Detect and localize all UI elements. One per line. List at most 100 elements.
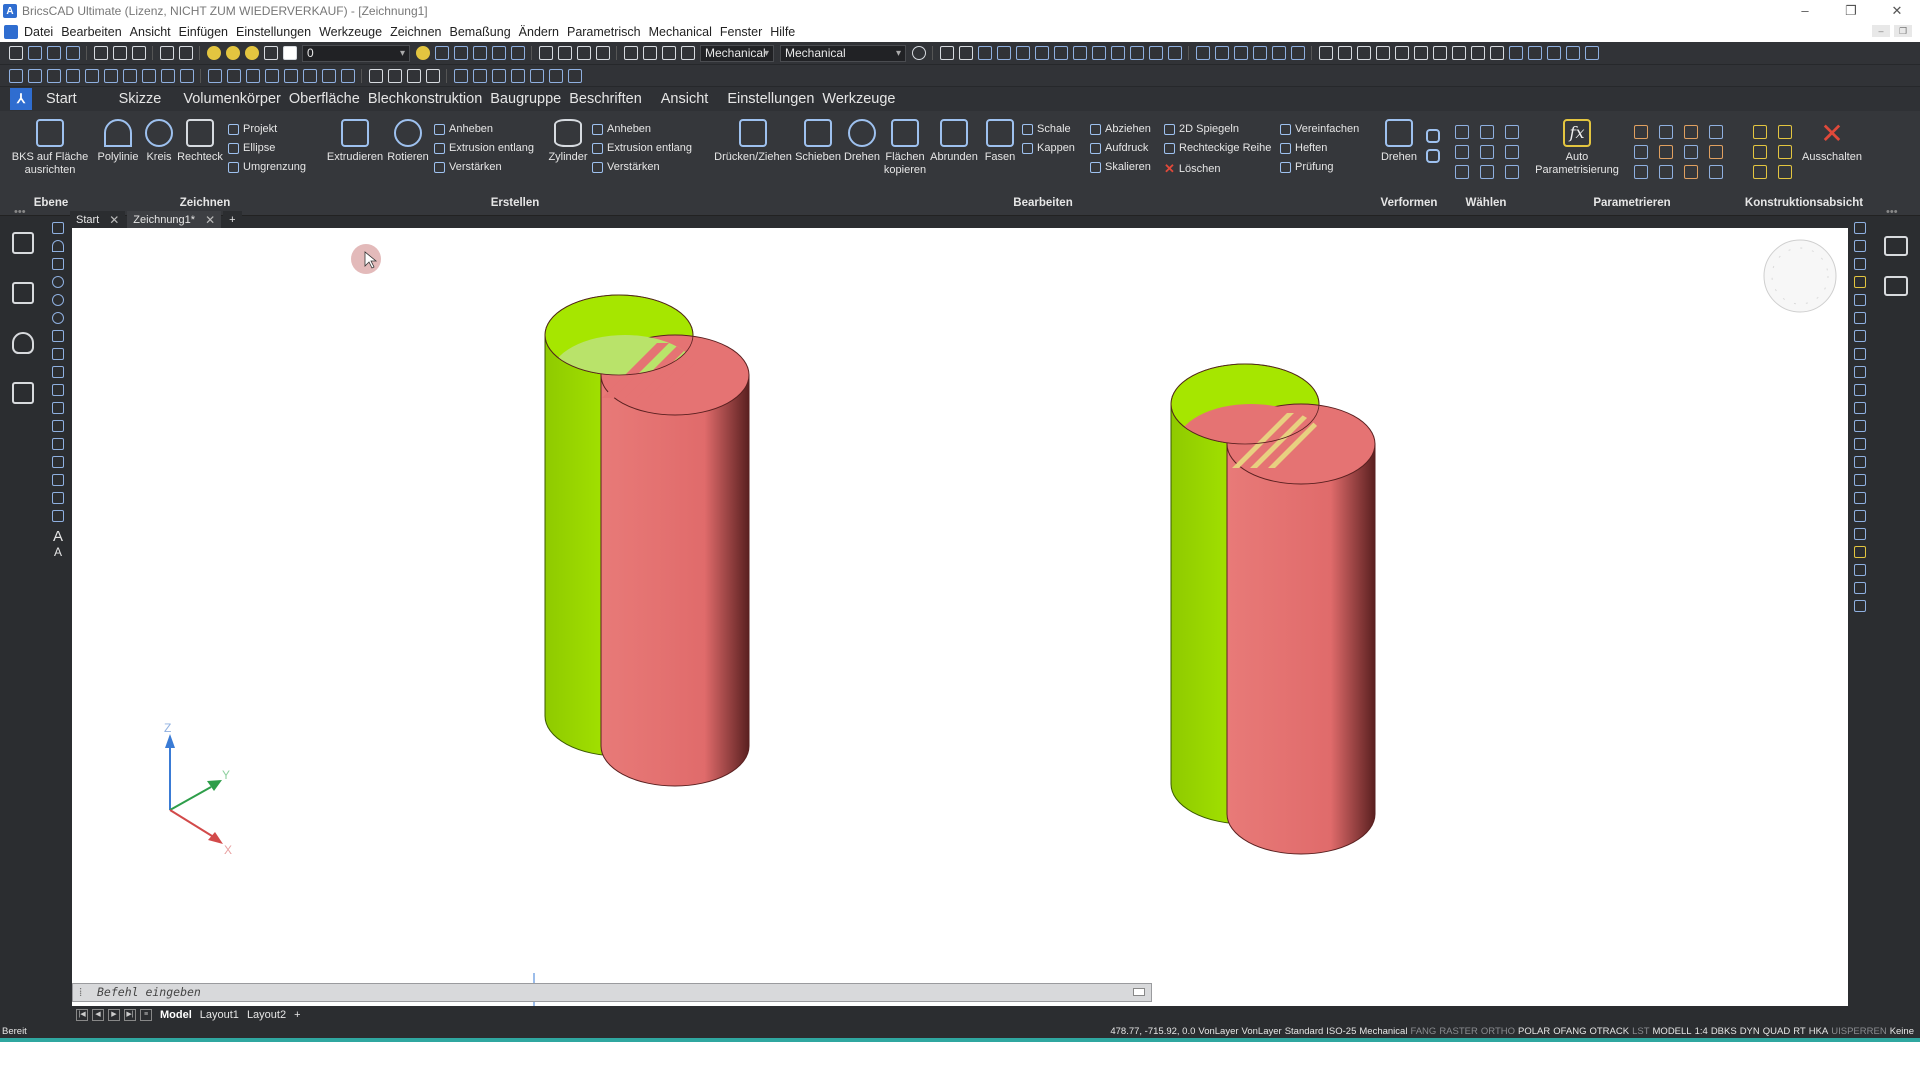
help-icon[interactable] [911,46,926,60]
right-tool-d-icon[interactable] [1854,276,1866,288]
select-c-icon[interactable] [1505,125,1519,139]
rechteck-button[interactable]: Rechteck [176,119,224,164]
schale-button[interactable]: Schale [1022,123,1071,135]
structure-tree-icon[interactable] [12,282,34,304]
line-icon[interactable] [52,222,64,234]
hatch-icon[interactable] [52,402,64,414]
status-scale[interactable]: 1:4 [1695,1026,1708,1038]
right-tool-r-icon[interactable] [1854,528,1866,540]
tool-l-icon[interactable] [226,68,241,83]
cube-view-4-icon[interactable] [595,46,610,60]
printer-layer-icon[interactable] [263,46,278,60]
tab-baugruppe[interactable]: Baugruppe [490,91,561,107]
save-icon[interactable] [46,46,61,60]
menu-datei[interactable]: Datei [24,25,53,39]
layer-combo[interactable]: 0 [302,44,410,62]
right-tool-v-icon[interactable] [1854,600,1866,612]
right-tool-p-icon[interactable] [1854,492,1866,504]
extrusion-entlang-button-2[interactable]: Extrusion entlang [592,142,692,154]
model-viewport[interactable]: Z Y X [72,228,1848,1006]
doc-tab-start[interactable]: Start ✕ [70,211,126,228]
menu-parametrisch[interactable]: Parametrisch [567,25,641,39]
select-e-icon[interactable] [1480,145,1494,159]
param-g-icon[interactable] [1683,145,1698,159]
status-dimstyle[interactable]: ISO-25 [1326,1026,1356,1038]
view-front-icon[interactable] [1394,46,1409,60]
right-tool-t-icon[interactable] [1854,564,1866,576]
print-icon[interactable] [93,46,108,60]
intent-e-icon[interactable] [1752,165,1767,179]
tool-z-icon[interactable] [510,68,525,83]
heften-button[interactable]: Heften [1280,142,1327,154]
cylinder-pair-1[interactable] [544,294,750,787]
param-i-icon[interactable] [1633,165,1648,179]
first-layout-icon[interactable]: |◀ [76,1009,88,1021]
arc-icon[interactable] [52,240,64,252]
status-textstyle[interactable]: Standard [1285,1026,1324,1038]
select-b-icon[interactable] [1480,125,1494,139]
doc-restore-icon[interactable]: ❐ [1894,25,1912,37]
preview-icon[interactable] [112,46,127,60]
drehen-button-2[interactable]: Drehen [1378,119,1420,164]
tab-oberflaeche[interactable]: Oberfläche [289,91,360,107]
layer-state-icon[interactable] [415,46,430,60]
tool-w-icon[interactable] [453,68,468,83]
visual-style-2-icon[interactable] [1527,46,1542,60]
layer-iso-icon[interactable] [491,46,506,60]
library-icon[interactable] [661,46,676,60]
snap-hatch-icon[interactable] [1271,46,1286,60]
param-h-icon[interactable] [1708,145,1723,159]
new-tab-button[interactable]: + [223,211,242,228]
right-tool-h-icon[interactable] [1854,348,1866,360]
layer-color-icon[interactable] [282,46,297,60]
right-tool-n-icon[interactable] [1854,456,1866,468]
tab-beschriften[interactable]: Beschriften [569,91,642,107]
toggle-lst[interactable]: LST [1632,1026,1649,1038]
select-f-icon[interactable] [1505,145,1519,159]
toggle-quad[interactable]: QUAD [1763,1026,1790,1038]
vereinfachen-button[interactable]: Vereinfachen [1280,123,1359,135]
snap-int-icon[interactable] [1072,46,1087,60]
druecken-ziehen-button[interactable]: Drücken/Ziehen [712,119,794,164]
tool-s-icon[interactable] [368,68,383,83]
redo-icon[interactable] [178,46,193,60]
tab-einstellungen[interactable]: Einstellungen [727,91,814,107]
intent-b-icon[interactable] [1777,125,1792,139]
deform-a-icon[interactable] [1426,129,1440,143]
tab-ansicht[interactable]: Ansicht [661,91,709,107]
tool-ab-icon[interactable] [548,68,563,83]
view-bottom-icon[interactable] [1337,46,1352,60]
layout-tab-layout1[interactable]: Layout1 [200,1009,239,1021]
polyline-tool-icon[interactable] [52,348,64,360]
kreis-button[interactable]: Kreis [142,119,176,164]
tool-m-icon[interactable] [245,68,260,83]
layout-tab-layout2[interactable]: Layout2 [247,1009,286,1021]
intent-d-icon[interactable] [1777,145,1792,159]
balloon-icon[interactable] [12,332,34,354]
menu-fenster[interactable]: Fenster [720,25,762,39]
verstaerken-button-1[interactable]: Verstärken [434,161,502,173]
menu-werkzeuge[interactable]: Werkzeuge [319,25,382,39]
toggle-fang[interactable]: FANG [1410,1026,1436,1038]
tool-u-icon[interactable] [406,68,421,83]
pruefung-button[interactable]: Prüfung [1280,161,1334,173]
menu-bemassung[interactable]: Bemaßung [450,25,511,39]
aufdruck-button[interactable]: Aufdruck [1090,142,1148,154]
tool-c-icon[interactable] [46,68,61,83]
menu-ansicht[interactable]: Ansicht [130,25,171,39]
toggle-polar[interactable]: POLAR [1518,1026,1550,1038]
view-iso-2-icon[interactable] [1451,46,1466,60]
tool-h-icon[interactable] [141,68,156,83]
dimension-icon[interactable] [939,46,954,60]
layers-panel-icon[interactable] [1884,276,1908,296]
layer-off-icon[interactable] [510,46,525,60]
tool-i-icon[interactable] [160,68,175,83]
visual-style-5-icon[interactable] [1584,46,1599,60]
view-iso-icon[interactable] [1432,46,1447,60]
snap-mid-icon[interactable] [996,46,1011,60]
right-tool-q-icon[interactable] [1854,510,1866,522]
anheben-button-1[interactable]: Anheben [434,123,493,135]
param-j-icon[interactable] [1658,165,1673,179]
minimize-icon[interactable]: – [1782,0,1828,22]
circle-tool-icon[interactable] [52,276,64,288]
